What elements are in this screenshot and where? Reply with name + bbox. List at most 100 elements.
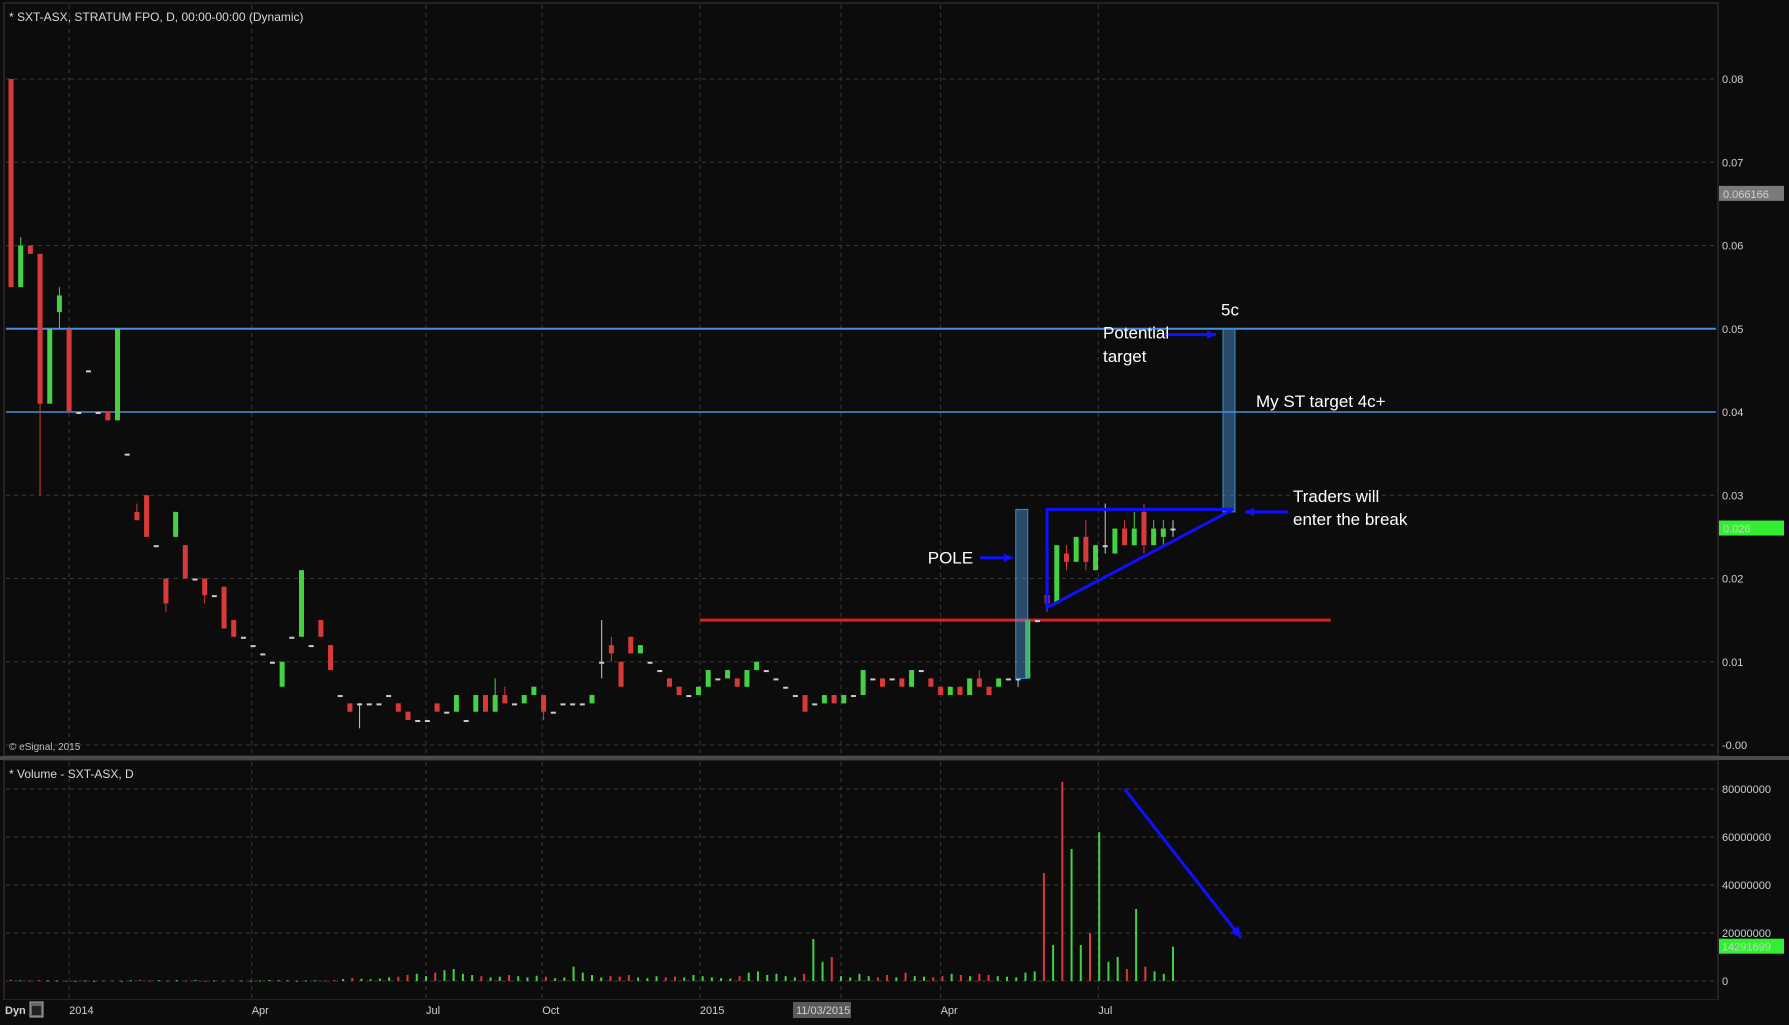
- volume-pane[interactable]: 80000000 60000000 40000000 20000000 0 142916…: [3, 759, 1784, 1001]
- candle-body: [337, 695, 343, 698]
- candle-body: [231, 620, 237, 637]
- target-annotation: target: [1103, 347, 1147, 366]
- candle-body: [85, 370, 91, 373]
- volume-bar: [1144, 966, 1147, 981]
- candle-body: [570, 703, 576, 706]
- volume-bar: [56, 980, 59, 982]
- volume-bar: [323, 980, 326, 982]
- volume-bar: [240, 980, 243, 982]
- candle-body: [909, 670, 915, 687]
- volume-bar: [563, 977, 566, 981]
- candle-body: [1122, 528, 1128, 546]
- candle-body: [705, 670, 711, 687]
- candle-body: [463, 720, 469, 723]
- candle-body: [269, 661, 275, 664]
- candle-body: [328, 645, 334, 671]
- volume-bar: [129, 980, 132, 982]
- volume-bar: [517, 976, 520, 981]
- volume-bar: [932, 977, 935, 981]
- candle-body: [1005, 678, 1011, 681]
- candle-body: [279, 661, 285, 687]
- candle-body: [947, 686, 953, 696]
- volume-bar: [1079, 945, 1082, 981]
- candle-body: [115, 328, 121, 421]
- volume-bar: [1070, 849, 1073, 981]
- pane-separator[interactable]: [0, 756, 1789, 760]
- price-y-tick: 0.02: [1722, 574, 1743, 586]
- volume-bar: [480, 976, 483, 981]
- volume-bar: [535, 975, 538, 981]
- candle-body: [27, 245, 33, 254]
- candle-body: [366, 703, 372, 706]
- candle-body: [899, 678, 905, 687]
- candle-body: [95, 412, 101, 414]
- candle-body: [134, 511, 140, 521]
- time-axis[interactable]: Dyn 2014 Apr Jul Oct 2015 11/03/2015 Apr Jul: [0, 1000, 1789, 1020]
- candle-body: [802, 695, 808, 712]
- volume-bar: [978, 973, 981, 981]
- volume-bar: [849, 977, 852, 981]
- volume-bar: [1098, 832, 1101, 981]
- candle-body: [608, 645, 614, 654]
- volume-bar: [867, 976, 870, 981]
- volume-bar: [148, 980, 151, 982]
- candle-body: [1093, 545, 1099, 571]
- volume-bar: [803, 973, 806, 981]
- candle-body: [76, 412, 82, 414]
- volume-y-tick: 80000000: [1722, 784, 1771, 796]
- volume-bar: [655, 976, 658, 981]
- volume-bar: [526, 977, 529, 981]
- volume-bar: [959, 975, 962, 981]
- volume-bar: [1172, 946, 1174, 981]
- volume-bar: [886, 975, 889, 981]
- volume-bar: [286, 980, 289, 982]
- candle-body: [492, 695, 498, 712]
- dyn-mode-label[interactable]: Dyn: [5, 1005, 26, 1017]
- candle-body: [976, 678, 982, 687]
- volume-bar: [747, 972, 750, 981]
- volume-bar: [950, 973, 953, 981]
- volume-chart-title: * Volume - SXT-ASX, D: [9, 767, 134, 781]
- volume-pane-frame: [3, 759, 1719, 1001]
- volume-bar: [710, 977, 713, 981]
- volume-bar: [1024, 972, 1027, 981]
- volume-bar: [941, 976, 944, 981]
- candle-body: [240, 636, 246, 639]
- volume-bar: [360, 978, 363, 981]
- pole-box: [1015, 508, 1029, 679]
- five-cent-annotation: 5c: [1221, 300, 1239, 319]
- volume-bar: [295, 980, 298, 982]
- volume-bar: [231, 980, 234, 982]
- volume-y-tick: 60000000: [1722, 832, 1771, 844]
- volume-bar: [166, 980, 169, 982]
- candle-body: [1063, 553, 1069, 562]
- price-y-tick: 0.06: [1722, 241, 1743, 253]
- volume-bar: [176, 980, 178, 982]
- volume-bar: [637, 977, 640, 981]
- candle-body: [1034, 620, 1040, 623]
- candle-body: [182, 545, 188, 579]
- potential-annotation: Potential: [1103, 324, 1169, 343]
- candle-body: [599, 661, 605, 664]
- candle-body: [1151, 528, 1157, 546]
- candle-body: [453, 695, 459, 712]
- price-volume-chart[interactable]: 0.08 0.07 0.06 0.05 0.04 0.03 0.02 0.01 -0.00 0.…: [0, 0, 1789, 1020]
- candle-body: [424, 720, 430, 723]
- volume-bar: [452, 969, 455, 981]
- price-chart-title: * SXT-ASX, STRATUM FPO, D, 00:00-00:00 (…: [9, 10, 304, 24]
- volume-bar: [259, 980, 261, 982]
- price-pane[interactable]: 0.08 0.07 0.06 0.05 0.04 0.03 0.02 0.01 -0.00 0.…: [3, 2, 1784, 757]
- candle-body: [211, 595, 217, 598]
- candle-body: [841, 695, 847, 704]
- calendar-icon[interactable]: [29, 1001, 44, 1018]
- volume-bar: [471, 975, 474, 981]
- x-axis-label: Apr: [252, 1005, 269, 1017]
- candle-body: [395, 703, 401, 712]
- volume-bar: [591, 975, 593, 981]
- volume-bar: [544, 976, 547, 981]
- candle-body: [637, 645, 643, 654]
- candle-body: [318, 620, 324, 637]
- volume-bar: [766, 975, 769, 981]
- candle-body: [938, 686, 944, 696]
- volume-bar: [1153, 971, 1156, 981]
